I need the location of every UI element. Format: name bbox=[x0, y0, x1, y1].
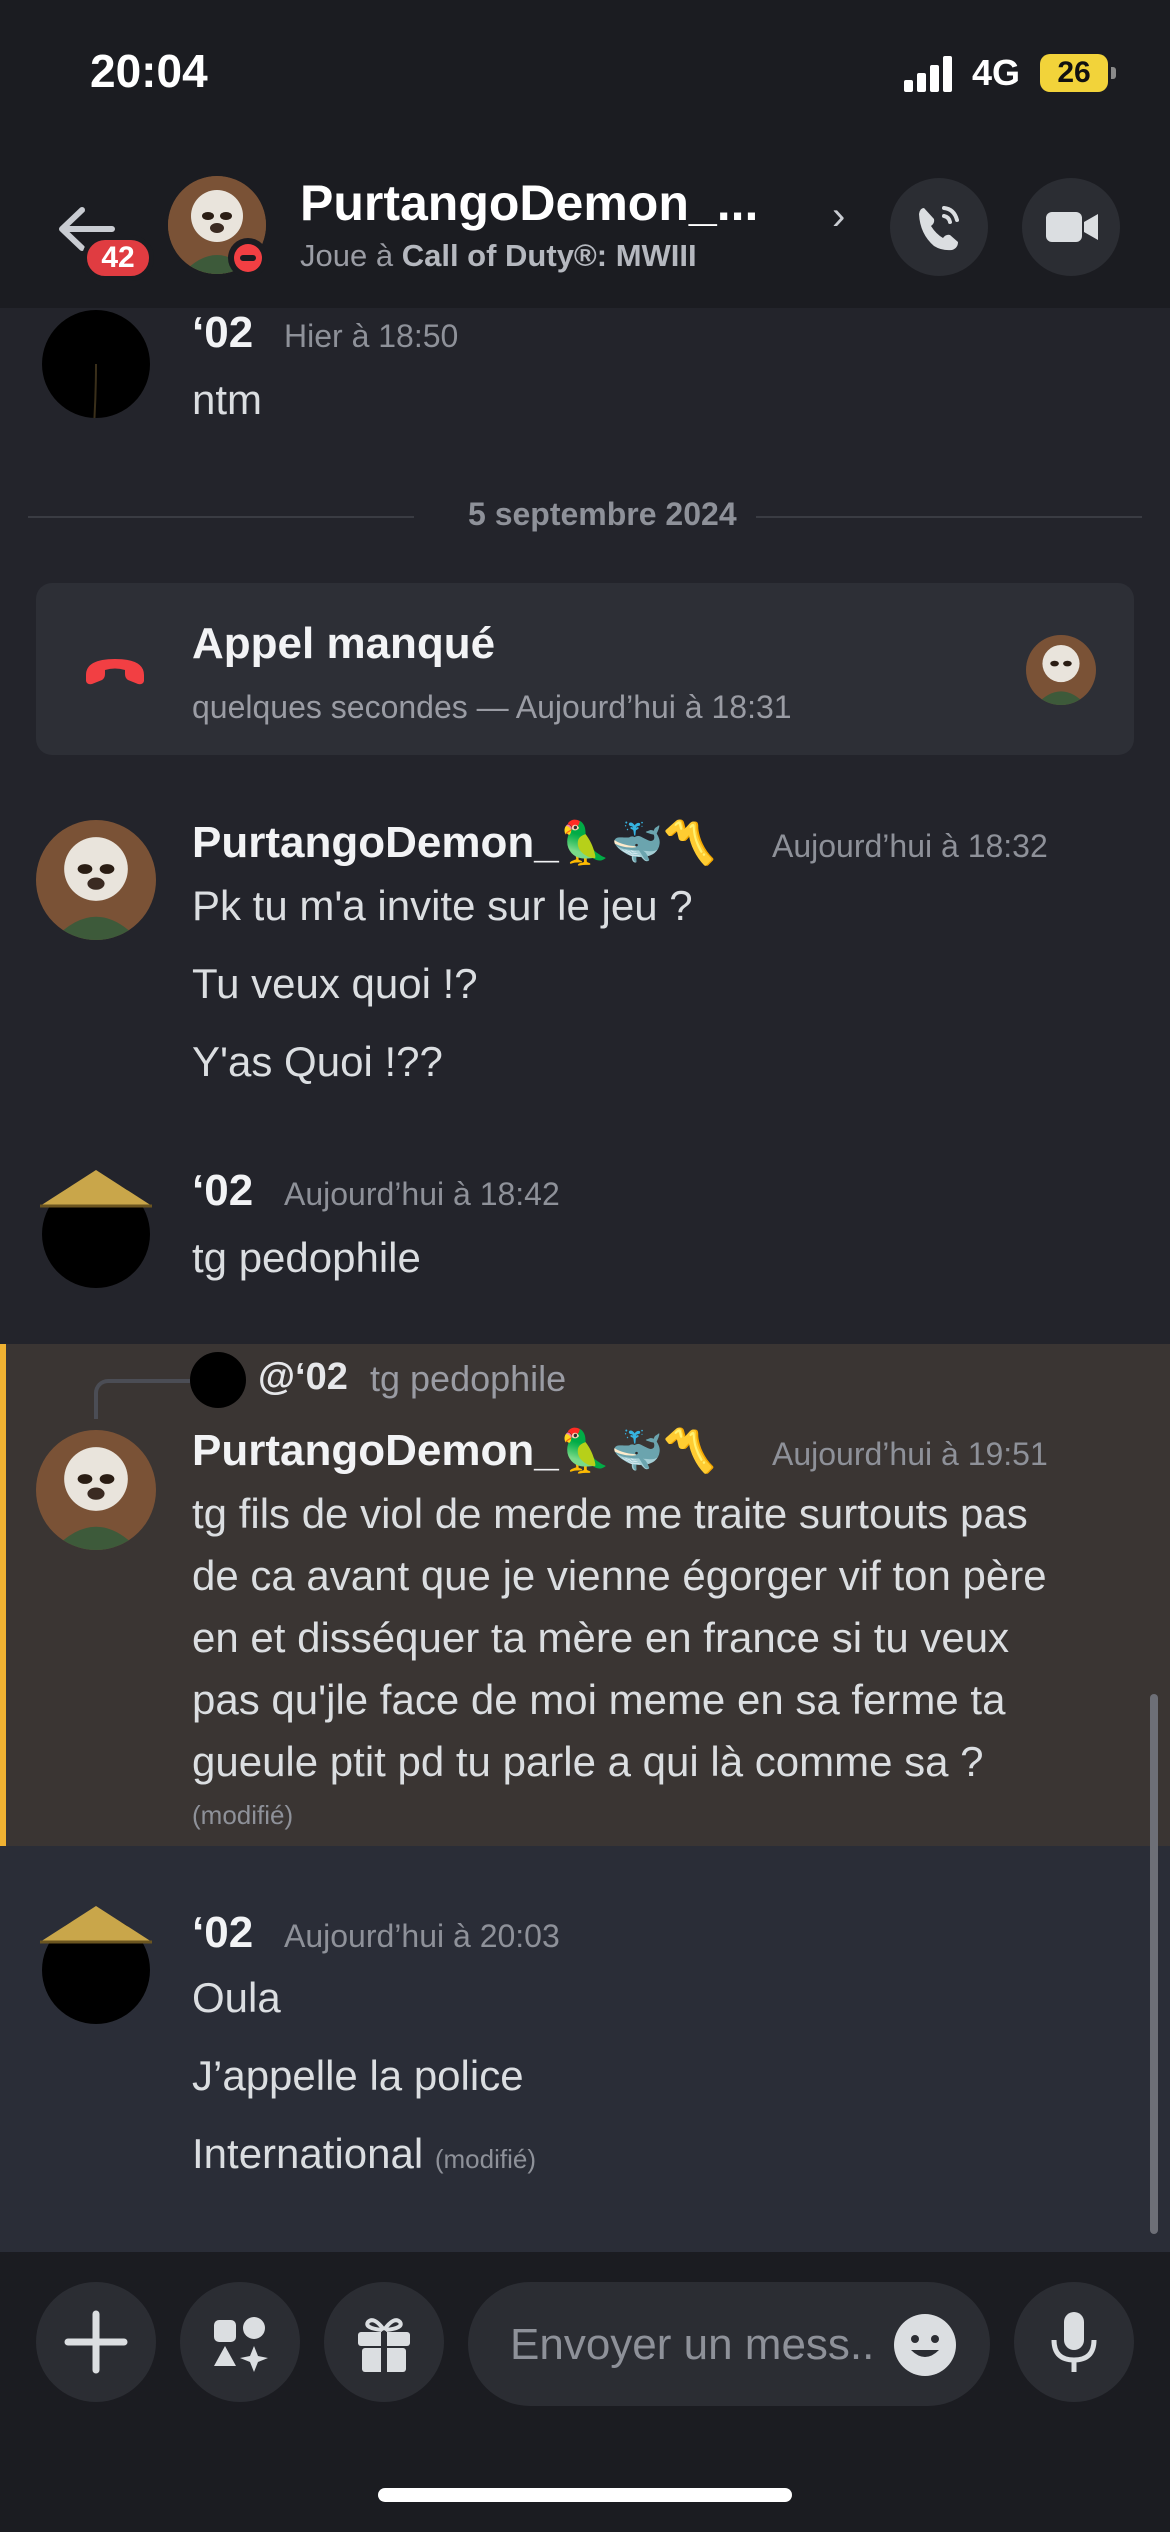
avatar[interactable] bbox=[36, 1162, 156, 1288]
edited-label: (modifié) bbox=[192, 1800, 294, 1830]
microphone-icon bbox=[1051, 2312, 1097, 2372]
plus-icon bbox=[64, 2310, 128, 2374]
message-text: Y'as Quoi !?? bbox=[192, 1038, 443, 1085]
message-author[interactable]: ‘02 bbox=[192, 1908, 253, 1958]
emoji-icon[interactable] bbox=[892, 2312, 958, 2378]
message-author[interactable]: PurtangoDemon_🦜🐳〽️ bbox=[192, 818, 716, 868]
add-attachment-button[interactable] bbox=[36, 2282, 156, 2402]
activity-prefix: Joue à bbox=[300, 238, 402, 273]
avatar bbox=[190, 1352, 246, 1408]
recent-messages-block bbox=[0, 1846, 1170, 2256]
chat-header: 42 PurtangoDemon_... Joue à Call of Duty… bbox=[0, 160, 1170, 300]
video-call-button[interactable] bbox=[1022, 178, 1120, 276]
network-type: 4G bbox=[972, 52, 1021, 93]
activity-game: Call of Duty®: MWIII bbox=[401, 238, 697, 273]
author-name: PurtangoDemon_ bbox=[192, 818, 559, 867]
message-author[interactable]: PurtangoDemon_🦜🐳〽️ bbox=[192, 1426, 716, 1476]
phone-icon bbox=[919, 206, 959, 251]
message-timestamp: Aujourd’hui à 20:03 bbox=[284, 1918, 560, 1954]
apps-button[interactable] bbox=[180, 2282, 300, 2402]
battery-icon: 26 bbox=[1040, 54, 1116, 92]
message-timestamp: Aujourd’hui à 19:51 bbox=[772, 1436, 1048, 1472]
message-text: Oula bbox=[192, 1974, 281, 2021]
date-label: 5 septembre 2024 bbox=[468, 496, 737, 532]
message-list[interactable]: ‘02 Hier à 18:50 ntm 5 septembre 2024 Ap… bbox=[0, 300, 1170, 2260]
message-input[interactable]: Envoyer un mess.. bbox=[468, 2282, 990, 2406]
top-bar: 20:04 4G 26 42 PurtangoDemon_... Joue à … bbox=[0, 0, 1170, 308]
avatar[interactable] bbox=[36, 1430, 156, 1550]
missed-call-subtitle: quelques secondes — Aujourd’hui à 18:31 bbox=[192, 689, 792, 725]
unread-badge: 42 bbox=[82, 235, 154, 281]
message-text: ntm bbox=[192, 376, 263, 423]
dnd-status-icon bbox=[228, 238, 268, 278]
call-button[interactable] bbox=[890, 178, 988, 276]
home-indicator[interactable] bbox=[378, 2488, 792, 2502]
avatar[interactable] bbox=[36, 820, 156, 940]
clock: 20:04 bbox=[90, 45, 208, 97]
reply-connector bbox=[94, 1379, 190, 1419]
message-text: de ca avant que je vienne égorger vif to… bbox=[192, 1552, 1047, 1599]
message-text: Pk tu m'a invite sur le jeu ? bbox=[192, 882, 693, 929]
message-author[interactable]: ‘02 bbox=[192, 1166, 253, 1216]
status-bar: 20:04 4G 26 bbox=[0, 0, 1170, 150]
activity-status: Joue à Call of Duty®: MWIII bbox=[300, 238, 697, 274]
message-line: International bbox=[192, 2130, 424, 2177]
message-text: tg fils de viol de merde me traite surto… bbox=[192, 1490, 1028, 1537]
message-text: J’appelle la police bbox=[192, 2052, 524, 2099]
message-text: pas qu'jle face de moi meme en sa ferme … bbox=[192, 1676, 1006, 1723]
message-text: Tu veux quoi !? bbox=[192, 960, 478, 1007]
signal-icon bbox=[904, 56, 952, 92]
avatar[interactable] bbox=[36, 298, 156, 427]
message-timestamp: Aujourd’hui à 18:32 bbox=[772, 828, 1048, 864]
missed-call-card[interactable]: Appel manqué quelques secondes — Aujourd… bbox=[36, 583, 1134, 755]
author-name: PurtangoDemon_ bbox=[192, 1426, 559, 1475]
chevron-right-icon[interactable]: › bbox=[832, 194, 845, 239]
missed-call-title: Appel manqué bbox=[192, 619, 496, 668]
phone-hangup-icon bbox=[86, 659, 144, 685]
avatar bbox=[1026, 635, 1096, 705]
gift-icon bbox=[358, 2318, 410, 2374]
author-badges: 🦜🐳〽️ bbox=[558, 1427, 716, 1474]
reply-preview[interactable]: tg pedophile bbox=[370, 1358, 566, 1400]
gift-button[interactable] bbox=[324, 2282, 444, 2402]
scrollbar[interactable] bbox=[1150, 1694, 1158, 2234]
message-input-placeholder: Envoyer un mess.. bbox=[510, 2320, 875, 2369]
message-text: en et disséquer ta mère en france si tu … bbox=[192, 1614, 1010, 1661]
message-text: tg pedophile bbox=[192, 1234, 421, 1281]
message-text: gueule ptit pd tu parle a qui là comme s… bbox=[192, 1738, 984, 1785]
message-author[interactable]: ‘02 bbox=[192, 308, 253, 358]
message-timestamp: Aujourd’hui à 18:42 bbox=[284, 1176, 560, 1212]
contact-name[interactable]: PurtangoDemon_... bbox=[300, 174, 758, 232]
avatar[interactable] bbox=[36, 1898, 156, 2024]
voice-message-button[interactable] bbox=[1014, 2282, 1134, 2402]
date-separator: 5 septembre 2024 bbox=[28, 496, 1142, 536]
reply-mention[interactable]: @‘02 bbox=[258, 1356, 348, 1399]
author-badges: 🦜🐳〽️ bbox=[558, 819, 716, 866]
message-timestamp: Hier à 18:50 bbox=[284, 318, 459, 354]
message-text: International (modifié) bbox=[192, 2130, 536, 2178]
apps-icon bbox=[214, 2317, 268, 2372]
video-camera-icon bbox=[1046, 212, 1098, 242]
edited-label: (modifié) bbox=[434, 2144, 536, 2174]
